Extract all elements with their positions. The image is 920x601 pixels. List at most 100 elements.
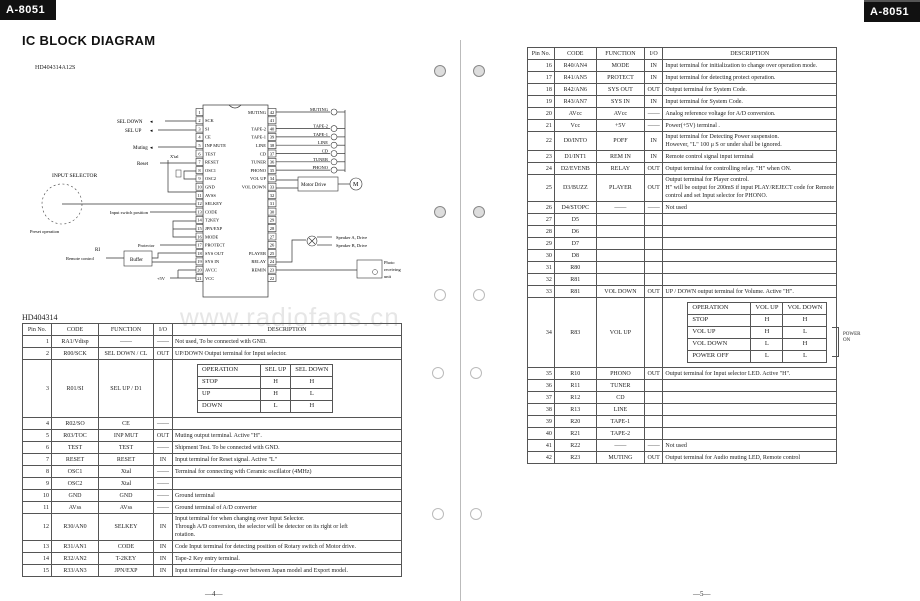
cell-fn: RESET — [98, 453, 154, 466]
cell-fn: GND — [98, 489, 154, 502]
cell-pin: 25 — [527, 174, 555, 202]
svg-text:RESET: RESET — [205, 160, 219, 165]
ic-pin-right: 36 TUNER — [251, 157, 277, 166]
svg-text:CODE: CODE — [205, 209, 218, 214]
cell-desc: Output terminal for Audio muting LED, Re… — [662, 451, 837, 464]
cell-pin: 16 — [527, 59, 555, 72]
binder-hole-icon — [432, 508, 444, 520]
cell-code: D4/STOPC — [553, 201, 597, 214]
cell-desc: Not used, To be connected with GND. — [172, 335, 402, 348]
cell-code: R12 — [553, 391, 597, 404]
table-row: 29 D7 — [527, 237, 837, 250]
cell-fn: PROTECT — [595, 71, 646, 84]
table-row: 1 RA1/Vdisp —— —— Not used, To be connected … — [22, 335, 402, 348]
cell-io: —— — [643, 119, 664, 132]
svg-text:11: 11 — [197, 193, 201, 198]
svg-text:21: 21 — [197, 276, 202, 281]
cell-io — [153, 359, 173, 418]
cell-io: OUT — [153, 347, 173, 360]
led-tape1: TAPE-1 — [276, 132, 345, 141]
ic-pin-right: 40 TAPE-2 — [251, 124, 277, 133]
svg-text:28: 28 — [270, 226, 275, 231]
svg-text:TAPE-1: TAPE-1 — [251, 135, 266, 140]
cell-code: R42/AN6 — [553, 83, 597, 96]
table-row: 3 R01/SI SEL UP / D1 OPERATION SEL UP SEL DOW… — [22, 359, 402, 418]
svg-text:CD: CD — [322, 149, 329, 154]
table-row: 41 R22 —— —— Not used — [527, 439, 837, 452]
svg-text:SYS OUT: SYS OUT — [205, 251, 224, 256]
svg-text:33: 33 — [270, 185, 275, 190]
svg-text:CE: CE — [205, 135, 211, 140]
ic-pin-right: 35 PHONO — [250, 166, 277, 174]
svg-text:TAPE-1: TAPE-1 — [313, 132, 328, 137]
svg-text:23: 23 — [270, 268, 275, 273]
ic-pin-right: 37CD — [260, 149, 277, 158]
cell-code: D2/EVENB — [553, 162, 597, 175]
ic-pin-right: 33VOL DOWN — [242, 182, 277, 191]
cell-io: IN — [643, 150, 664, 163]
cell-desc: Power(+5V) terminal . — [662, 119, 837, 132]
operation-row: STOP H H — [687, 314, 828, 327]
cell-desc — [662, 213, 837, 226]
cell-desc — [662, 379, 837, 392]
cell-code: R22 — [553, 439, 597, 452]
cell-pin: 23 — [527, 150, 555, 163]
cell-fn: +5V — [595, 119, 646, 132]
binder-hole-icon — [470, 508, 482, 520]
svg-text:10: 10 — [197, 185, 202, 190]
cell-code: R31/AN1 — [51, 540, 99, 553]
cell-desc: Output terminal for controlling relay. "… — [662, 162, 837, 175]
cell-fn: —— — [595, 201, 646, 214]
table-row: 30 D8 — [527, 249, 837, 262]
cell-desc: Input terminal for initialization to cha… — [662, 59, 837, 72]
cell-pin: 35 — [527, 367, 555, 380]
cell-pin: 20 — [527, 107, 555, 120]
cell-io: —— — [153, 335, 173, 348]
cell-io: —— — [643, 201, 664, 214]
binder-hole-icon — [434, 289, 446, 301]
svg-text:41: 41 — [270, 118, 275, 123]
cell-pin: 41 — [527, 439, 555, 452]
cell-pin: 31 — [527, 261, 555, 274]
cell-desc: Muting output terminal. Active "H". — [172, 429, 402, 442]
svg-text:24: 24 — [270, 259, 275, 264]
ic-pin-right: 22 — [267, 274, 277, 282]
cell-code: D7 — [553, 237, 597, 250]
svg-text:22: 22 — [270, 276, 275, 281]
cell-desc: Output terminal for System Code. — [662, 83, 837, 96]
cell-code: R41/AN5 — [553, 71, 597, 84]
cell-desc — [662, 261, 837, 274]
page-number-left: —4— — [205, 590, 223, 598]
label-motor: M — [353, 182, 359, 188]
cell-code: Vcc — [553, 119, 597, 132]
binder-hole-icon — [470, 367, 482, 379]
svg-text:19: 19 — [197, 259, 202, 264]
led-tuner: TUNER — [276, 157, 345, 166]
binder-hole-icon — [473, 289, 485, 301]
ic-pin-right: 28 — [267, 224, 277, 232]
ic-pin-left: 2 SCK — [195, 116, 215, 125]
led-icon — [330, 125, 338, 132]
cell-pin: 4 — [22, 417, 52, 430]
cell-pin: 39 — [527, 415, 555, 428]
cell-io: OUT — [643, 174, 664, 202]
cell-pin: 42 — [527, 451, 555, 464]
cell-code: R00/SCK — [51, 347, 99, 360]
label-preset-operation: Preset operation — [30, 229, 60, 234]
ic-pin-left: 16 MODE — [195, 232, 219, 241]
cell-fn: SYS OUT — [595, 83, 646, 96]
pin-table-left: Pin No. CODE FUNCTION I/O DESCRIPTION 1 RA1/V… — [22, 323, 402, 577]
operation-row: POWER OFF L L — [687, 350, 828, 363]
cell-io — [643, 297, 664, 368]
column-header: Pin No. — [22, 323, 52, 336]
cell-fn — [595, 213, 646, 226]
cell-io: IN — [643, 59, 664, 72]
svg-text:12: 12 — [197, 201, 202, 206]
cell-io: IN — [643, 71, 664, 84]
cell-desc: Remote control signal input terminal — [662, 150, 837, 163]
cell-desc: Input terminal for Reset signal. Active … — [172, 453, 402, 466]
table-row: 40 R21 TAPE-2 — [527, 427, 837, 440]
ic-pin-right: 23REMIN — [252, 265, 277, 274]
cell-fn — [595, 261, 646, 274]
svg-text:TEST: TEST — [205, 151, 216, 156]
